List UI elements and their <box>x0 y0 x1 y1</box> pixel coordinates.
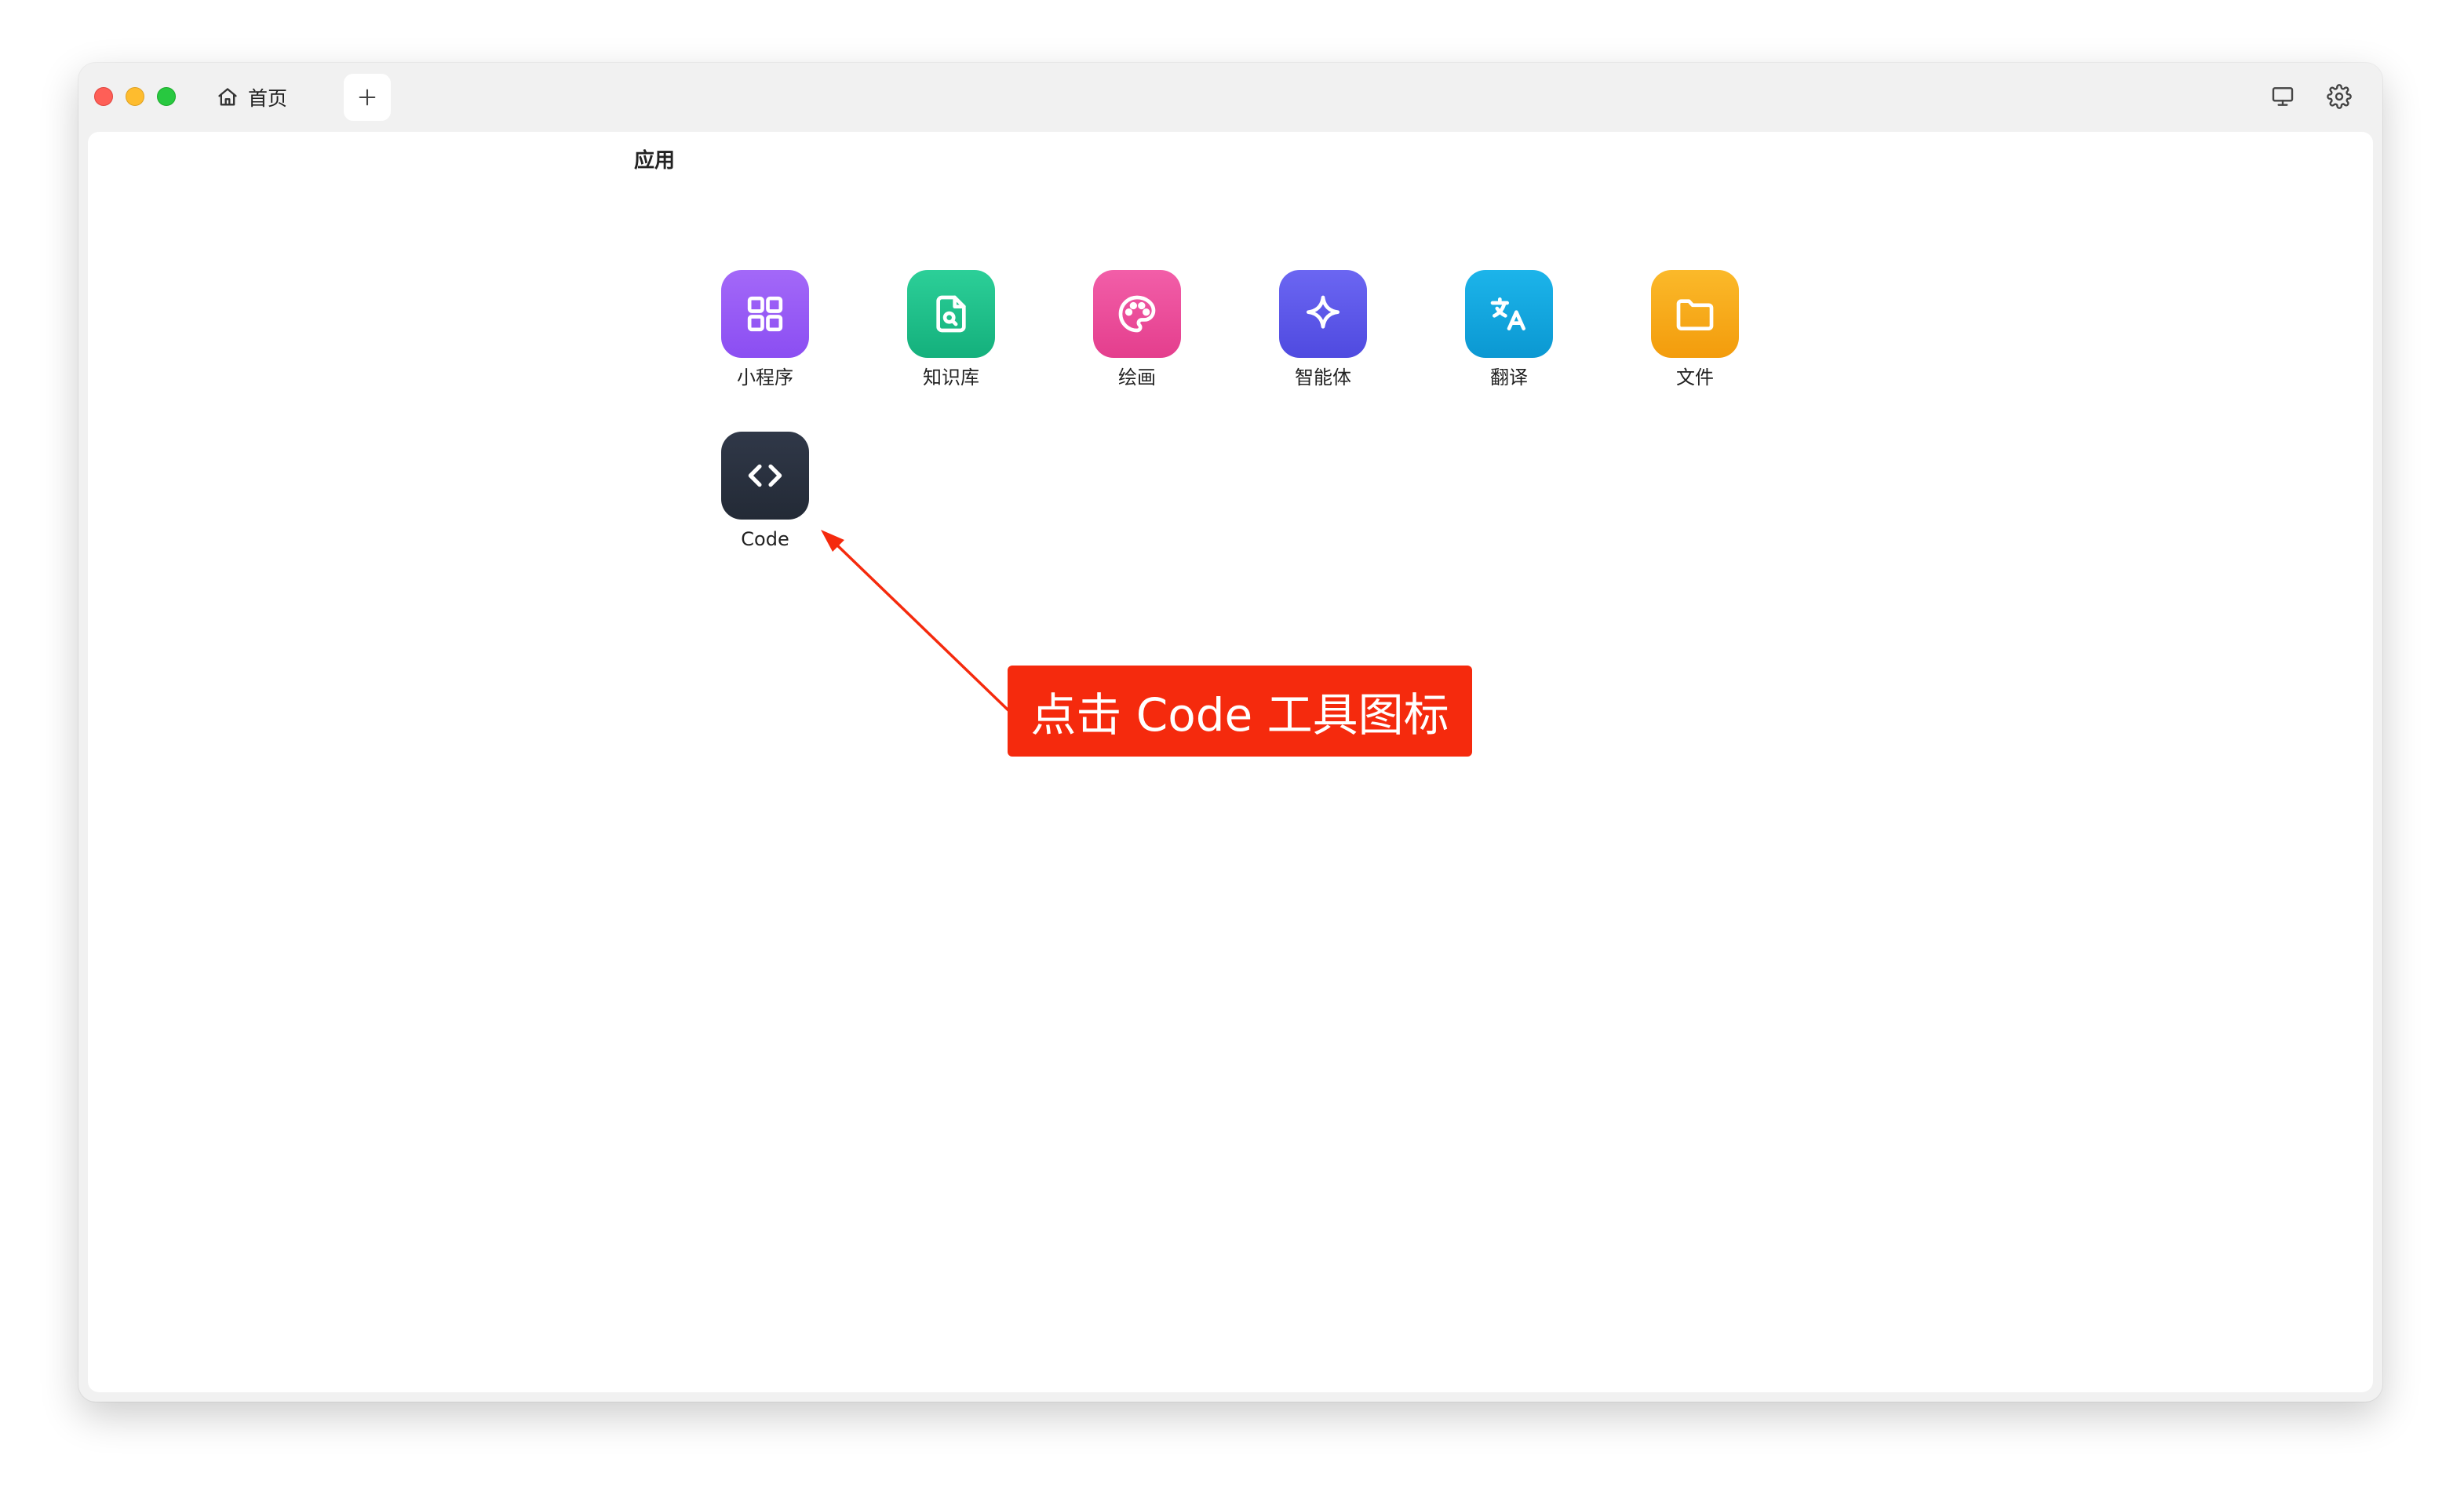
settings-button[interactable] <box>2324 82 2354 111</box>
palette-icon <box>1118 295 1156 333</box>
app-files-label: 文件 <box>1676 367 1714 388</box>
new-tab-button[interactable] <box>344 74 391 121</box>
apps-section-title: 应用 <box>634 149 676 173</box>
folder-icon <box>1676 299 1714 330</box>
app-knowledge-base-label: 知识库 <box>923 367 979 388</box>
app-knowledge-base-tile[interactable] <box>907 270 995 358</box>
app-mini-program-tile[interactable] <box>721 270 809 358</box>
monitor-icon <box>2272 87 2294 106</box>
window-minimize-button[interactable] <box>126 87 144 106</box>
app-translate[interactable]: 翻译 <box>1446 270 1572 389</box>
file-search-icon <box>936 295 966 333</box>
app-knowledge-base[interactable]: 知识库 <box>888 270 1014 389</box>
app-painting-label: 绘画 <box>1118 367 1156 388</box>
annotation-callout: 点击 Code 工具图标 <box>1008 666 1472 757</box>
app-agent[interactable]: 智能体 <box>1260 270 1386 389</box>
app-translate-tile[interactable] <box>1465 270 1553 358</box>
home-content <box>88 132 2373 1392</box>
tab-home-label: 首页 <box>248 87 288 110</box>
app-mini-program-label: 小程序 <box>737 367 793 388</box>
translate-icon <box>1490 297 1525 330</box>
app-mini-program[interactable]: 小程序 <box>702 270 828 389</box>
app-files[interactable]: 文件 <box>1632 270 1758 389</box>
sparkle-icon <box>1307 295 1340 329</box>
app-code-label: Code <box>741 528 789 550</box>
grid-icon <box>747 296 783 332</box>
window-maximize-button[interactable] <box>157 87 176 106</box>
window-close-button[interactable] <box>94 87 113 106</box>
app-translate-label: 翻译 <box>1490 367 1528 388</box>
app-code-tile[interactable] <box>721 432 809 520</box>
code-icon <box>748 464 782 487</box>
plus-icon <box>359 89 376 106</box>
titlebar: 首页 <box>78 63 2382 132</box>
gear-icon <box>2327 84 2352 109</box>
display-button[interactable] <box>2268 82 2298 111</box>
tab-home[interactable]: 首页 <box>209 78 295 116</box>
app-painting[interactable]: 绘画 <box>1074 270 1200 389</box>
app-painting-tile[interactable] <box>1093 270 1181 358</box>
home-icon <box>218 88 237 106</box>
app-agent-label: 智能体 <box>1295 367 1351 388</box>
app-code[interactable]: Code <box>702 432 828 551</box>
app-agent-tile[interactable] <box>1279 270 1367 358</box>
app-files-tile[interactable] <box>1651 270 1739 358</box>
